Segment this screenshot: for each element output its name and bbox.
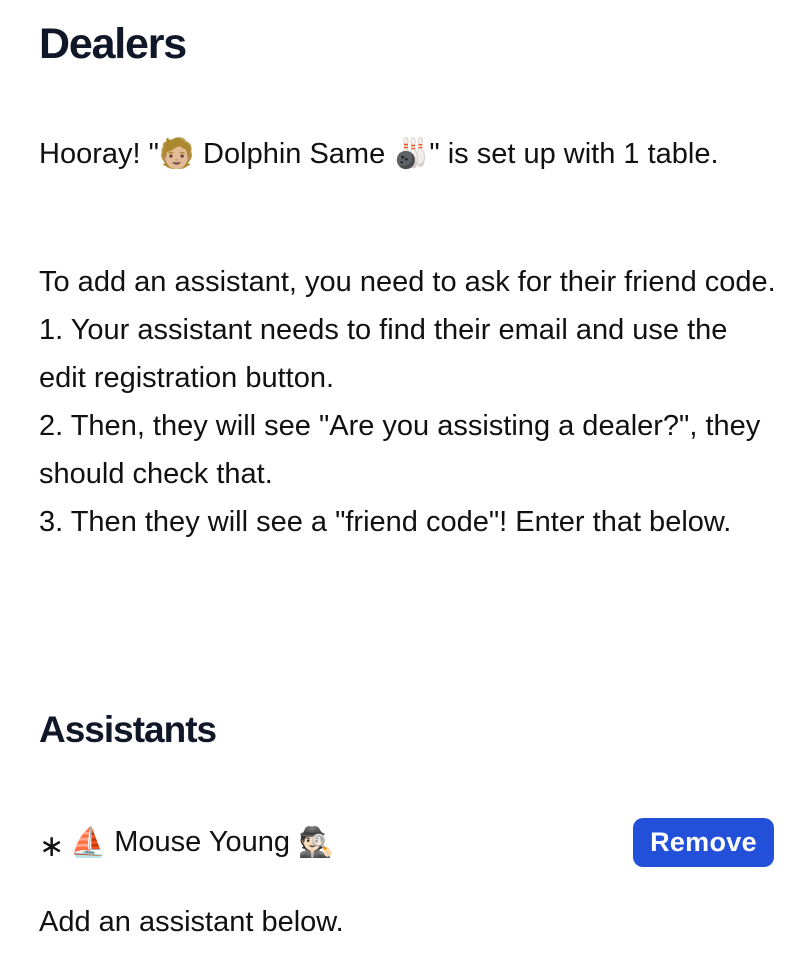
list-bullet: ∗ <box>39 829 65 863</box>
detective-icon: 🕵🏻 <box>298 824 335 859</box>
remove-assistant-button[interactable]: Remove <box>633 817 774 867</box>
assistant-info: ∗ ⛵ Mouse Young 🕵🏻 <box>39 824 335 863</box>
instructions-step-2: 2. Then, they will see "Are you assistin… <box>39 410 761 490</box>
assistant-instructions: To add an assistant, you need to ask for… <box>39 258 779 546</box>
add-assistant-note: Add an assistant below. <box>39 906 344 938</box>
instructions-step-3: 3. Then they will see a "friend code"! E… <box>39 506 732 538</box>
page-title: Dealers <box>39 20 187 68</box>
instructions-intro: To add an assistant, you need to ask for… <box>39 266 776 298</box>
setup-confirmation-text: Hooray! "🧑🏼 Dolphin Same 🎳" is set up wi… <box>39 138 719 170</box>
sailboat-icon: ⛵ <box>70 824 107 859</box>
assistant-list-item: ∗ ⛵ Mouse Young 🕵🏻 Remove <box>39 817 774 867</box>
assistants-heading: Assistants <box>39 709 217 750</box>
instructions-step-1: 1. Your assistant needs to find their em… <box>39 314 728 394</box>
assistant-name: Mouse Young <box>114 825 291 858</box>
